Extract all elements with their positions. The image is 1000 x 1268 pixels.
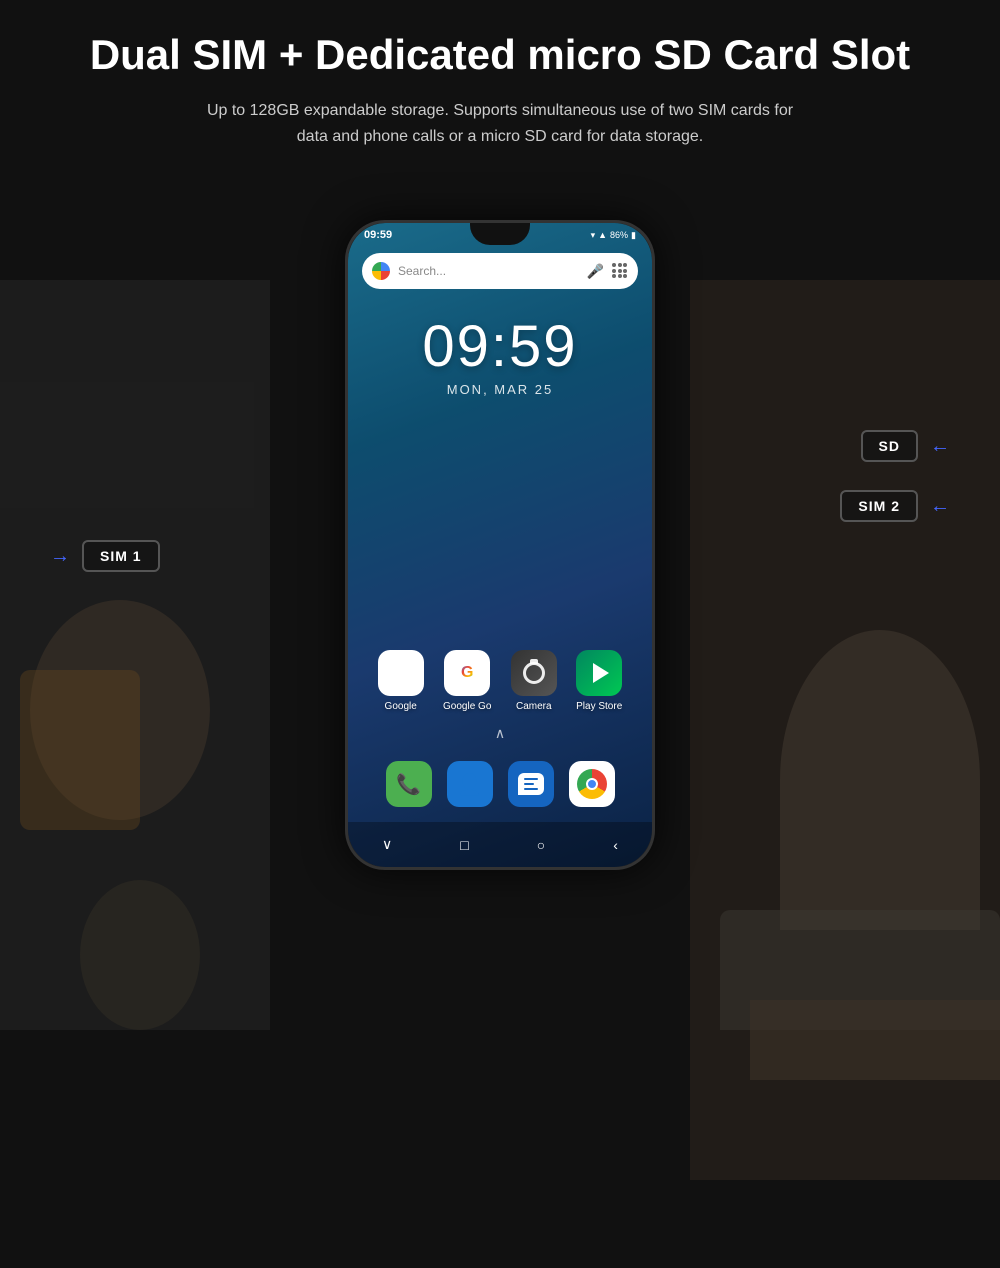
- navigation-bar: ∨ □ ○ ‹: [348, 822, 652, 867]
- nav-recent-button[interactable]: □: [460, 837, 468, 853]
- swipe-indicator: ∧: [348, 725, 652, 742]
- phone-body: 09:59 ▾ ▲ 86% ▮ Search... 🎤: [345, 220, 655, 870]
- app-play-store[interactable]: Play Store: [576, 650, 622, 712]
- wifi-icon: ▾: [591, 230, 596, 241]
- chrome-center: [586, 778, 598, 790]
- app-camera[interactable]: Camera: [511, 650, 557, 712]
- go-letter: G: [461, 664, 473, 682]
- sim2-box: SIM 2: [840, 490, 918, 522]
- battery-text: 86%: [610, 230, 628, 240]
- sd-label-group: SD ←: [861, 430, 950, 462]
- nav-back-button[interactable]: ‹: [613, 837, 618, 853]
- google-logo: [372, 262, 390, 280]
- bg-right-panel: [690, 280, 1000, 1180]
- search-bar[interactable]: Search... 🎤: [362, 253, 638, 289]
- person-silhouette-2: [80, 880, 200, 1030]
- clock-time: 09:59: [348, 313, 652, 380]
- page-subtitle: Up to 128GB expandable storage. Supports…: [200, 98, 800, 149]
- phone-notch: [470, 223, 530, 245]
- chair-shape: [20, 670, 140, 830]
- bg-left-panel: [0, 280, 270, 1030]
- sim1-label-group: → SIM 1: [50, 540, 160, 572]
- google-go-label: Google Go: [443, 701, 491, 712]
- camera-notch: [530, 659, 538, 664]
- header-section: Dual SIM + Dedicated micro SD Card Slot …: [0, 30, 1000, 150]
- camera-label: Camera: [516, 701, 552, 712]
- clock-display: 09:59 MON, MAR 25: [348, 313, 652, 397]
- camera-lens: [523, 662, 545, 684]
- clock-date: MON, MAR 25: [348, 382, 652, 397]
- person-silhouette-right: [780, 630, 980, 930]
- play-store-icon-wrap: [576, 650, 622, 696]
- camera-icon-wrap: [511, 650, 557, 696]
- sim2-arrow: ←: [930, 495, 950, 518]
- play-store-label: Play Store: [576, 701, 622, 712]
- google-label: Google: [385, 701, 417, 712]
- dock-chrome[interactable]: [569, 761, 615, 807]
- sd-arrow: ←: [930, 435, 950, 458]
- battery-icon: ▮: [631, 230, 636, 241]
- page-title: Dual SIM + Dedicated micro SD Card Slot: [60, 30, 940, 80]
- dock-row: 📞 👤: [348, 761, 652, 807]
- play-triangle: [593, 663, 609, 683]
- nav-down-button[interactable]: ∨: [382, 836, 392, 853]
- dock-contacts[interactable]: 👤: [447, 761, 493, 807]
- nav-home-button[interactable]: ○: [537, 837, 545, 853]
- microphone-icon: 🎤: [587, 263, 604, 280]
- phone-screen: 09:59 ▾ ▲ 86% ▮ Search... 🎤: [348, 223, 652, 867]
- phone-icon: 📞: [396, 772, 421, 797]
- app-google[interactable]: Google: [378, 650, 424, 712]
- search-placeholder: Search...: [398, 264, 579, 278]
- google-icon: [378, 650, 424, 696]
- google-go-icon: G: [444, 650, 490, 696]
- signal-icon: ▲: [598, 230, 607, 240]
- apps-grid-icon: [612, 263, 628, 279]
- dock-messages[interactable]: [508, 761, 554, 807]
- sim1-box: SIM 1: [82, 540, 160, 572]
- sim1-arrow: →: [50, 545, 70, 568]
- contacts-icon: 👤: [457, 772, 482, 797]
- app-icons-row: Google G Google Go Camera: [348, 650, 652, 712]
- table-shape: [750, 1000, 1000, 1080]
- messages-icon: [518, 773, 544, 795]
- chrome-icon: [577, 769, 607, 799]
- status-time: 09:59: [364, 229, 392, 241]
- dock-phone[interactable]: 📞: [386, 761, 432, 807]
- app-google-go[interactable]: G Google Go: [443, 650, 491, 712]
- sim2-label-group: SIM 2 ←: [840, 490, 950, 522]
- sd-box: SD: [861, 430, 918, 462]
- status-icons: ▾ ▲ 86% ▮: [591, 230, 636, 241]
- phone-mockup: 09:59 ▾ ▲ 86% ▮ Search... 🎤: [345, 220, 655, 870]
